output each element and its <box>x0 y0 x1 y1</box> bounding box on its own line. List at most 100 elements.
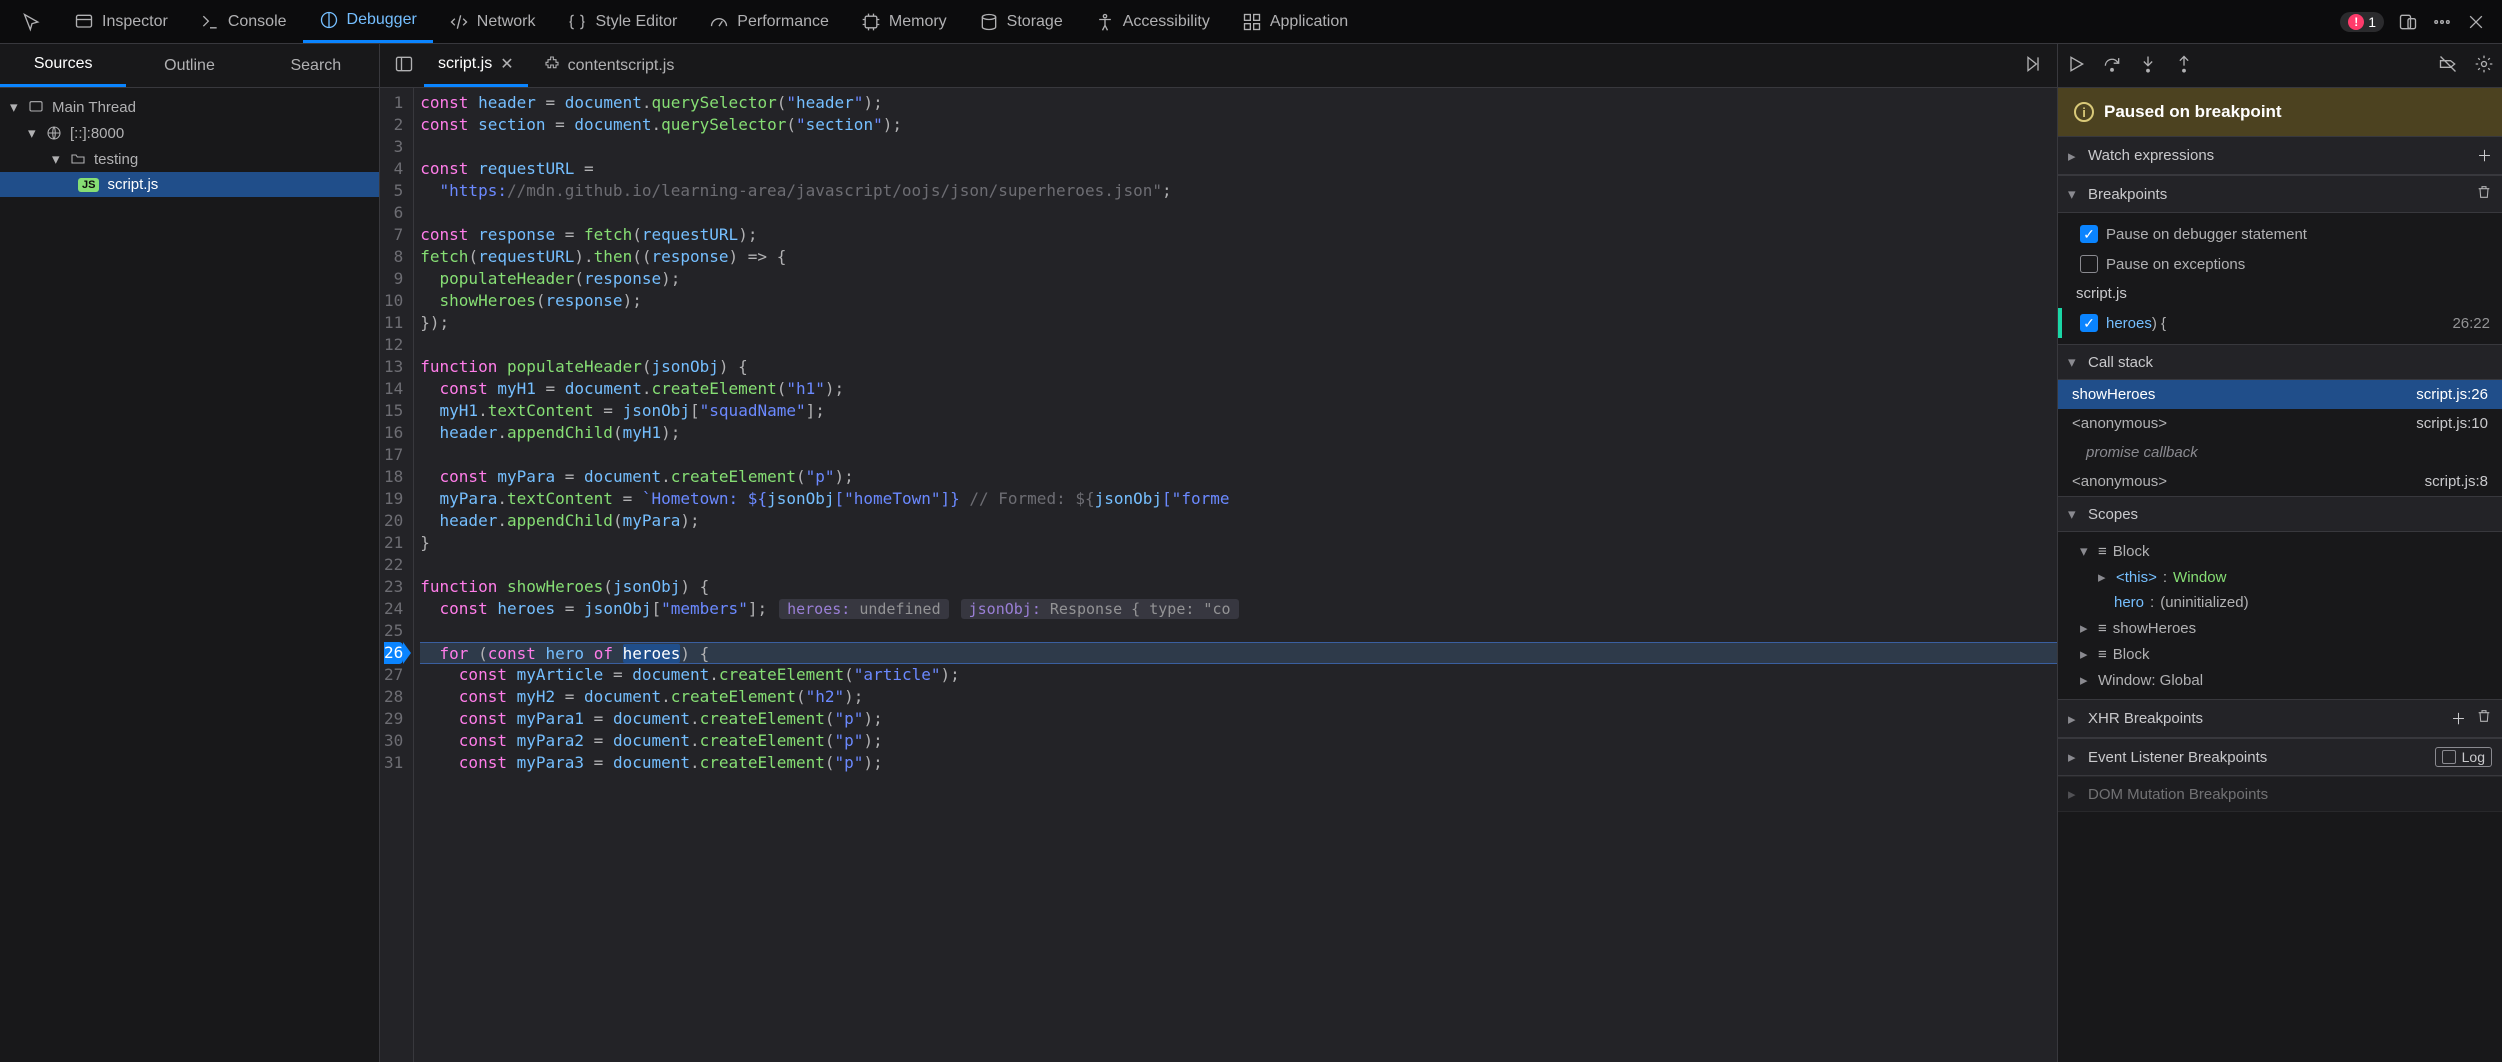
paused-banner: i Paused on breakpoint <box>2058 88 2502 136</box>
stack-frame[interactable]: <anonymous> script.js:8 <box>2058 467 2502 496</box>
trash-icon[interactable] <box>2476 184 2492 204</box>
scope-label: Block <box>2113 543 2150 560</box>
frame-fn: <anonymous> <box>2072 473 2167 490</box>
subtab-search[interactable]: Search <box>253 44 379 87</box>
line-gutter[interactable]: 1234567891011121314151617181920212223242… <box>380 88 414 1062</box>
frame-fn: <anonymous> <box>2072 415 2167 432</box>
file-tab-script[interactable]: script.js ✕ <box>424 44 528 87</box>
breakpoint-file: script.js <box>2058 279 2502 308</box>
scope-block[interactable]: ▾ ≡ Block <box>2058 538 2502 564</box>
tab-label: Accessibility <box>1123 13 1210 31</box>
resume-button[interactable] <box>2066 54 2086 78</box>
pick-element-button[interactable] <box>6 0 58 43</box>
subtab-sources[interactable]: Sources <box>0 44 126 87</box>
tab-application[interactable]: Application <box>1226 0 1364 43</box>
checkbox-checked-icon[interactable]: ✓ <box>2080 314 2098 332</box>
log-toggle[interactable]: Log <box>2435 747 2492 767</box>
scope-block2[interactable]: ▸ ≡ Block <box>2058 641 2502 667</box>
section-watch[interactable]: ▸ Watch expressions ＋ <box>2058 136 2502 175</box>
scope-showheroes[interactable]: ▸ ≡ showHeroes <box>2058 615 2502 641</box>
section-breakpoints[interactable]: ▾ Breakpoints <box>2058 175 2502 213</box>
scope-global[interactable]: ▸ Window: Global <box>2058 667 2502 693</box>
tree-label: script.js <box>107 176 158 193</box>
var-name: <this> <box>2116 569 2157 586</box>
chevron-down-icon: ▾ <box>10 98 20 116</box>
tab-inspector[interactable]: Inspector <box>58 0 184 43</box>
tab-accessibility[interactable]: Accessibility <box>1079 0 1226 43</box>
option-label: Pause on debugger statement <box>2106 226 2307 243</box>
close-devtools-icon[interactable] <box>2466 12 2486 32</box>
tab-label: Console <box>228 13 287 31</box>
step-over-button[interactable] <box>2102 54 2122 78</box>
tree-file-script[interactable]: JS script.js <box>0 172 379 197</box>
debugger-settings-icon[interactable] <box>2474 54 2494 78</box>
tab-storage[interactable]: Storage <box>963 0 1079 43</box>
scope-type-icon: ≡ <box>2098 543 2107 560</box>
code-editor[interactable]: 1234567891011121314151617181920212223242… <box>380 88 2057 1062</box>
tree-label: testing <box>94 151 138 168</box>
tab-label: Network <box>477 13 536 31</box>
step-out-button[interactable] <box>2174 54 2194 78</box>
chevron-down-icon: ▾ <box>2068 505 2080 523</box>
frame-fn: showHeroes <box>2072 386 2155 403</box>
tree-origin[interactable]: ▾ [::]:8000 <box>0 120 379 146</box>
section-xhr[interactable]: ▸ XHR Breakpoints ＋ <box>2058 699 2502 738</box>
chevron-down-icon: ▾ <box>52 150 62 168</box>
chevron-right-icon: ▸ <box>2068 710 2080 728</box>
scope-type-icon: ≡ <box>2098 646 2107 663</box>
stack-sublabel: promise callback <box>2058 438 2502 467</box>
scope-label: Window: Global <box>2098 672 2203 689</box>
tab-label: Debugger <box>347 11 417 29</box>
section-scopes[interactable]: ▾ Scopes <box>2058 496 2502 532</box>
option-label: Pause on exceptions <box>2106 256 2245 273</box>
scope-var-this[interactable]: ▸ <this>: Window <box>2058 564 2502 590</box>
section-dom[interactable]: ▸ DOM Mutation Breakpoints <box>2058 776 2502 812</box>
stack-frame[interactable]: showHeroes script.js:26 <box>2058 380 2502 409</box>
stack-frame[interactable]: <anonymous> script.js:10 <box>2058 409 2502 438</box>
file-type-badge: JS <box>78 178 99 192</box>
section-label: Call stack <box>2088 354 2153 371</box>
scope-var-hero[interactable]: hero: (uninitialized) <box>2058 590 2502 615</box>
chevron-right-icon: ▸ <box>2068 748 2080 766</box>
globe-icon <box>46 125 62 141</box>
tab-label: Storage <box>1007 13 1063 31</box>
step-in-button[interactable] <box>2138 54 2158 78</box>
tree-folder[interactable]: ▾ testing <box>0 146 379 172</box>
subtab-outline[interactable]: Outline <box>126 44 252 87</box>
tab-console[interactable]: Console <box>184 0 303 43</box>
breakpoint-entry[interactable]: ✓ heroes) { 26:22 <box>2058 308 2502 338</box>
chevron-right-icon: ▸ <box>2080 645 2092 663</box>
close-icon[interactable]: ✕ <box>500 54 513 74</box>
add-icon[interactable]: ＋ <box>2477 145 2492 166</box>
checkbox-unchecked-icon[interactable] <box>2080 255 2098 273</box>
trash-icon[interactable] <box>2476 708 2492 729</box>
tab-label: Performance <box>737 13 829 31</box>
code-content[interactable]: const header = document.querySelector("h… <box>414 88 2057 1062</box>
checkbox-unchecked-icon <box>2442 750 2456 764</box>
tab-performance[interactable]: Performance <box>693 0 845 43</box>
breakpoint-snippet: heroes) { <box>2106 315 2166 332</box>
disable-breakpoints-icon[interactable] <box>2438 54 2458 78</box>
error-count-badge[interactable]: ! 1 <box>2340 12 2384 32</box>
chevron-right-icon: ▸ <box>2068 147 2080 165</box>
run-to-end-icon[interactable] <box>2015 54 2051 78</box>
tree-thread[interactable]: ▾ Main Thread <box>0 94 379 120</box>
file-tab-contentscript[interactable]: contentscript.js <box>530 44 689 87</box>
responsive-mode-icon[interactable] <box>2398 12 2418 32</box>
section-callstack[interactable]: ▾ Call stack <box>2058 344 2502 380</box>
meatball-menu-icon[interactable] <box>2432 12 2452 32</box>
tab-debugger[interactable]: Debugger <box>303 0 433 43</box>
section-event[interactable]: ▸ Event Listener Breakpoints Log <box>2058 738 2502 776</box>
tab-memory[interactable]: Memory <box>845 0 963 43</box>
add-icon[interactable]: ＋ <box>2451 708 2466 729</box>
pause-on-debugger-row[interactable]: ✓ Pause on debugger statement <box>2058 219 2502 249</box>
pause-on-exceptions-row[interactable]: Pause on exceptions <box>2058 249 2502 279</box>
outline-toggle-icon[interactable] <box>386 54 422 78</box>
tab-network[interactable]: Network <box>433 0 552 43</box>
tab-style-editor[interactable]: Style Editor <box>551 0 693 43</box>
checkbox-checked-icon[interactable]: ✓ <box>2080 225 2098 243</box>
tab-label: Application <box>1270 13 1348 31</box>
chevron-right-icon: ▸ <box>2098 568 2110 586</box>
var-value: Window <box>2173 569 2226 586</box>
chevron-down-icon: ▾ <box>28 124 38 142</box>
